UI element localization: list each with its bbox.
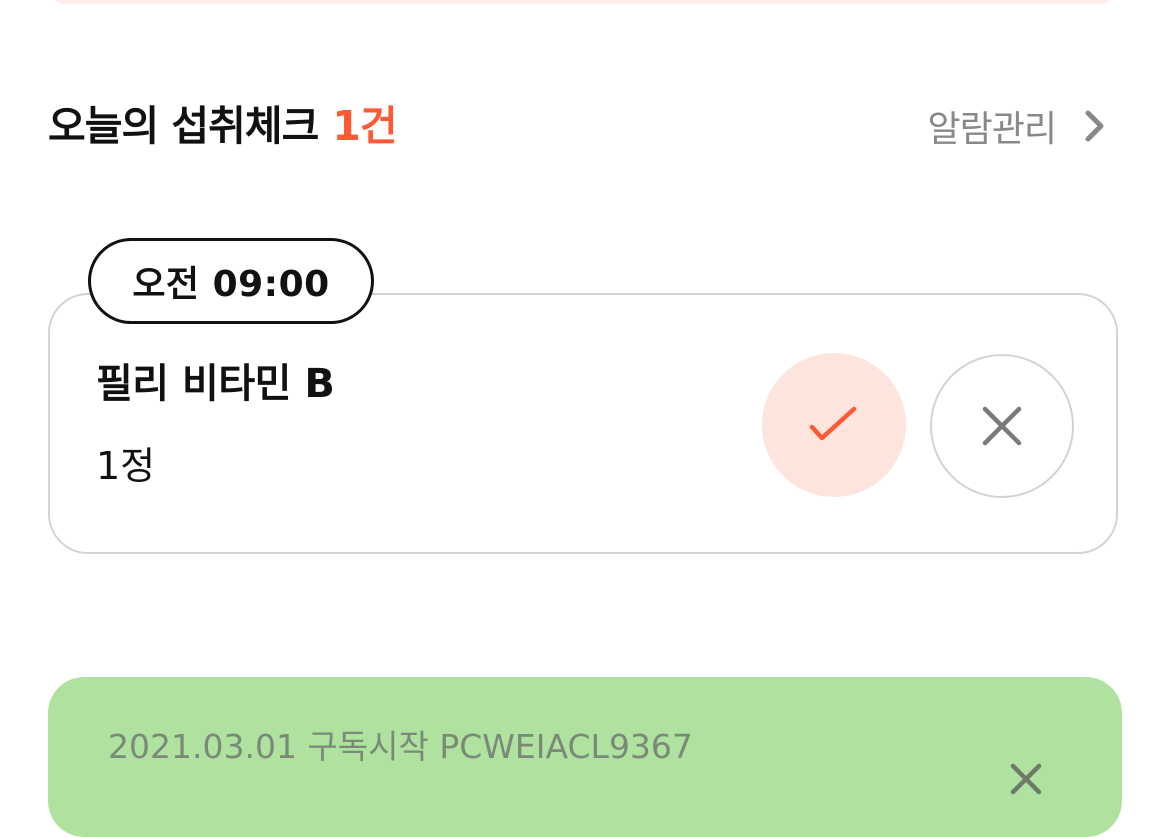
subscription-info: 2021.03.01 구독시작 PCWEIACL9367 xyxy=(108,727,693,766)
intake-count: 1건 xyxy=(332,102,397,150)
intake-check-header: 오늘의 섭취체크 1건 알람관리 xyxy=(48,96,1108,160)
section-title-text: 오늘의 섭취체크 xyxy=(48,102,319,150)
previous-card-edge xyxy=(52,0,1114,4)
alarm-manage-label: 알람관리 xyxy=(927,109,1057,150)
alarm-manage-link[interactable]: 알람관리 xyxy=(928,98,1108,154)
subscription-banner: 2021.03.01 구독시작 PCWEIACL9367 xyxy=(48,677,1122,837)
check-icon xyxy=(809,406,857,441)
close-icon xyxy=(982,406,1022,446)
subscription-close-button[interactable] xyxy=(1004,757,1048,801)
section-title: 오늘의 섭취체크 1건 xyxy=(48,96,398,156)
medication-dose: 1정 xyxy=(96,444,156,488)
mark-taken-button[interactable] xyxy=(762,353,906,497)
chevron-right-icon xyxy=(1085,110,1104,142)
close-icon xyxy=(1010,763,1042,795)
intake-time-badge: 오전 09:00 xyxy=(88,238,374,324)
skip-intake-button[interactable] xyxy=(930,354,1074,498)
medication-name: 필리 비타민 B xyxy=(96,361,335,407)
